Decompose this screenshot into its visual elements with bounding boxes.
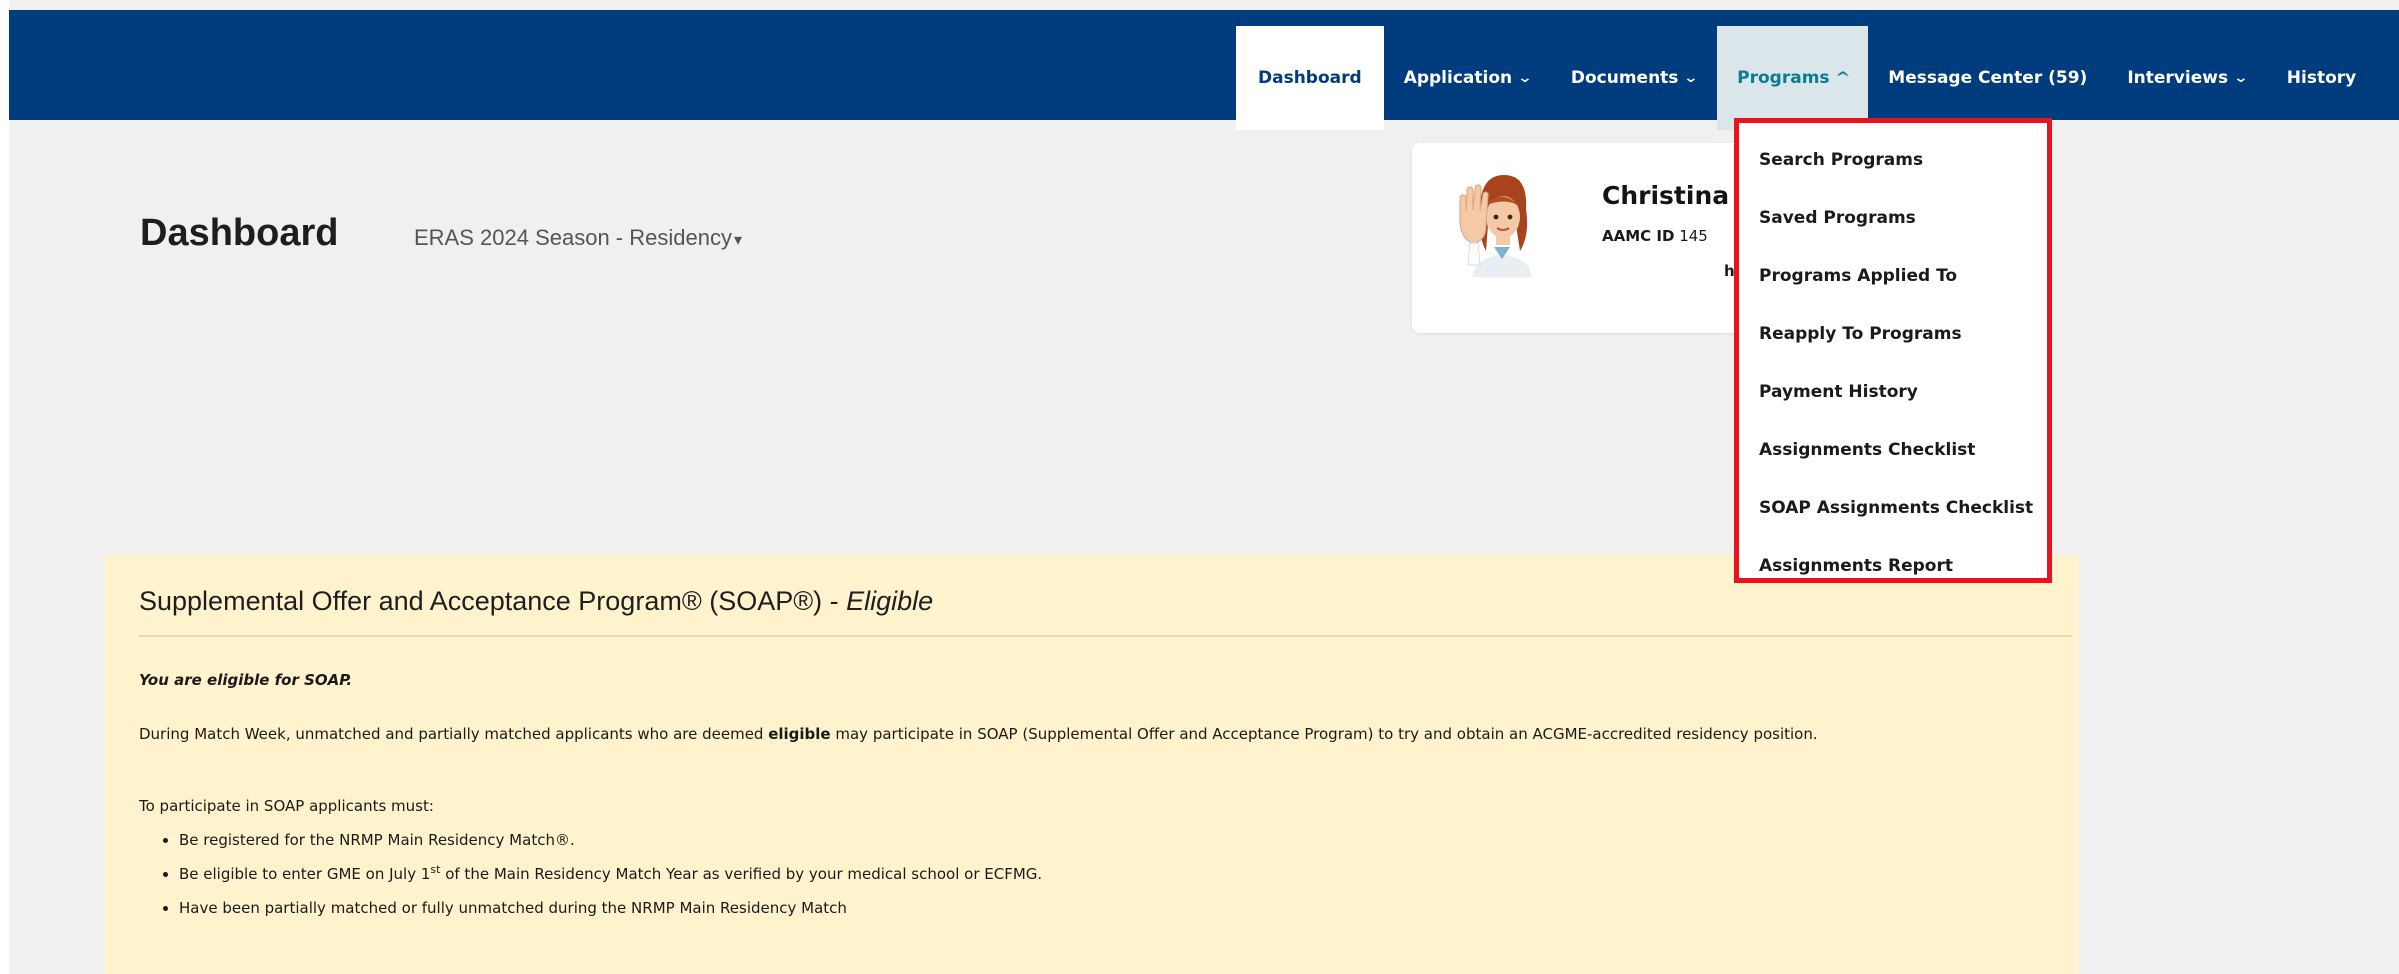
soap-description-eligible: eligible [768, 725, 831, 743]
list-item: Have been partially matched or fully unm… [179, 894, 1042, 923]
nav-interviews-label: Interviews [2127, 68, 2229, 88]
requirement-text: Be registered for the NRMP Main Residenc… [179, 831, 575, 849]
nav-message-center[interactable]: Message Center (59) [1868, 26, 2107, 130]
season-selector-label: ERAS 2024 Season - Residency [414, 225, 732, 250]
programs-dropdown-menu: Search Programs Saved Programs Programs … [1734, 118, 2052, 583]
menu-item-assignments-checklist[interactable]: Assignments Checklist [1739, 421, 2047, 479]
divider [139, 635, 2072, 637]
chevron-down-icon: ⌄ [1683, 70, 1699, 86]
season-selector[interactable]: ERAS 2024 Season - Residency ▾ [414, 225, 742, 251]
main-nav: Dashboard Application ⌄ Documents ⌄ Prog… [1236, 26, 2376, 130]
doctor-avatar-icon [1447, 166, 1557, 277]
nav-programs-label: Programs [1737, 68, 1830, 88]
profile-card: Christina AAMC ID 145 h [1412, 143, 1752, 333]
requirement-text: Have been partially matched or fully unm… [179, 899, 847, 917]
soap-requirements-intro: To participate in SOAP applicants must: [139, 797, 434, 815]
profile-name: Christina [1602, 181, 1730, 210]
nav-application-label: Application [1403, 68, 1513, 88]
chevron-down-icon: ⌄ [1517, 70, 1533, 86]
soap-description: During Match Week, unmatched and partial… [139, 722, 2019, 746]
caret-down-icon: ▾ [733, 232, 742, 249]
requirement-superscript: st [430, 863, 441, 876]
app-window: Dashboard Application ⌄ Documents ⌄ Prog… [9, 0, 2399, 974]
soap-eligibility-panel: Supplemental Offer and Acceptance Progra… [104, 555, 2079, 974]
requirement-text-part1: Be eligible to enter GME on July 1 [179, 865, 431, 883]
soap-panel-title: Supplemental Offer and Acceptance Progra… [139, 586, 933, 617]
nav-programs[interactable]: Programs ^ [1717, 26, 1869, 130]
menu-item-programs-applied-to[interactable]: Programs Applied To [1739, 247, 2047, 305]
soap-eligible-notice: You are eligible for SOAP. [139, 671, 353, 689]
soap-requirements-list: Be registered for the NRMP Main Residenc… [139, 826, 1042, 928]
nav-history[interactable]: History [2267, 26, 2376, 130]
menu-item-payment-history[interactable]: Payment History [1739, 363, 2047, 421]
chevron-up-icon: ^ [1834, 70, 1851, 86]
nav-application[interactable]: Application ⌄ [1384, 26, 1551, 130]
page-title: Dashboard [140, 212, 339, 254]
menu-item-reapply-to-programs[interactable]: Reapply To Programs [1739, 305, 2047, 363]
nav-dashboard[interactable]: Dashboard [1236, 26, 1384, 130]
menu-item-assignments-report[interactable]: Assignments Report [1739, 537, 2047, 595]
requirement-text-part2: of the Main Residency Match Year as veri… [440, 865, 1043, 883]
aamc-id-value: 145 [1679, 227, 1708, 245]
list-item: Be eligible to enter GME on July 1st of … [179, 860, 1042, 889]
menu-item-soap-assignments-checklist[interactable]: SOAP Assignments Checklist [1739, 479, 2047, 537]
soap-description-part1: During Match Week, unmatched and partial… [139, 725, 769, 743]
top-navigation-bar: Dashboard Application ⌄ Documents ⌄ Prog… [9, 10, 2399, 130]
nav-message-center-label: Message Center (59) [1888, 68, 2088, 88]
menu-item-search-programs[interactable]: Search Programs [1739, 131, 2047, 189]
aamc-id-label: AAMC ID [1602, 227, 1675, 245]
nav-documents[interactable]: Documents ⌄ [1551, 26, 1717, 130]
nav-interviews[interactable]: Interviews ⌄ [2107, 26, 2266, 130]
list-item: Be registered for the NRMP Main Residenc… [179, 826, 1042, 855]
nav-history-label: History [2286, 68, 2357, 88]
profile-aamc-id: AAMC ID 145 [1602, 227, 1708, 245]
nav-dashboard-label: Dashboard [1258, 68, 1362, 88]
soap-title-text: Supplemental Offer and Acceptance Progra… [139, 586, 847, 616]
nav-documents-label: Documents [1570, 68, 1679, 88]
chevron-down-icon: ⌄ [2233, 70, 2249, 86]
soap-status: Eligible [846, 586, 934, 616]
menu-item-saved-programs[interactable]: Saved Programs [1739, 189, 2047, 247]
soap-description-part2: may participate in SOAP (Supplemental Of… [830, 725, 1818, 743]
